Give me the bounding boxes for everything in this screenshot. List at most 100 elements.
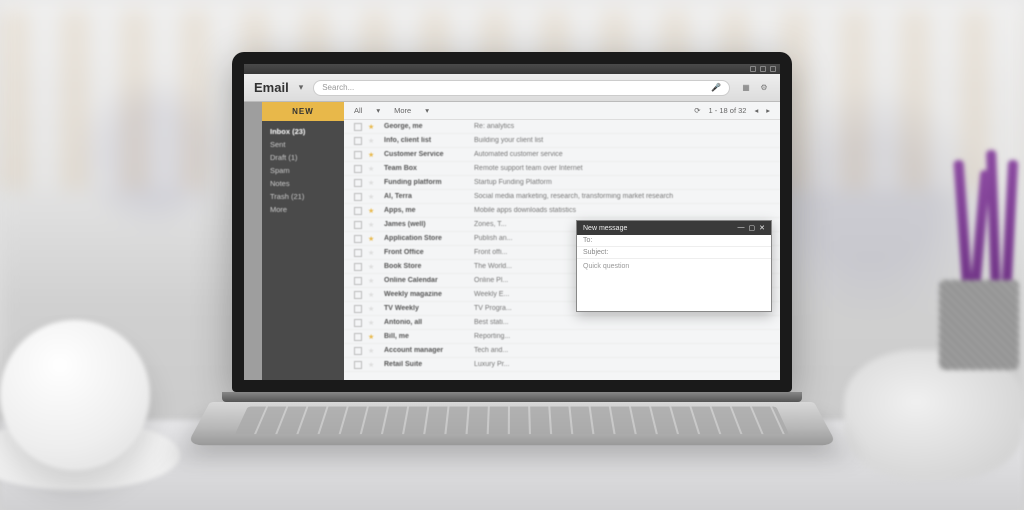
compose-to-field[interactable]: To: <box>577 235 771 247</box>
star-icon[interactable]: ★ <box>368 361 378 369</box>
email-subject: Building your client list <box>474 137 770 144</box>
close-icon[interactable] <box>770 66 776 72</box>
email-subject: Startup Funding Platform <box>474 179 770 186</box>
email-sender: George, me <box>384 123 474 130</box>
star-icon[interactable]: ★ <box>368 333 378 341</box>
pencil-holder <box>914 150 1024 370</box>
checkbox[interactable] <box>354 347 362 355</box>
new-button[interactable]: NEW <box>262 102 344 121</box>
star-icon[interactable]: ★ <box>368 207 378 215</box>
checkbox[interactable] <box>354 277 362 285</box>
left-rail <box>244 102 262 380</box>
search-placeholder: Search... <box>322 83 354 92</box>
checkbox[interactable] <box>354 235 362 243</box>
minimize-icon[interactable] <box>750 66 756 72</box>
mic-icon[interactable]: 🎤 <box>711 83 721 92</box>
compose-minimize-icon[interactable]: — <box>738 224 745 232</box>
email-sender: Bill, me <box>384 333 474 340</box>
checkbox[interactable] <box>354 123 362 131</box>
checkbox[interactable] <box>354 305 362 313</box>
email-sender: Front Office <box>384 249 474 256</box>
email-row[interactable]: ★Al, TerraSocial media marketing, resear… <box>344 190 780 204</box>
next-page-icon[interactable]: ▸ <box>766 106 770 115</box>
sidebar-item-inbox[interactable]: Inbox (23) <box>262 125 344 138</box>
sidebar-item-notes[interactable]: Notes <box>262 177 344 190</box>
checkbox[interactable] <box>354 263 362 271</box>
sidebar-item-draft[interactable]: Draft (1) <box>262 151 344 164</box>
laptop-screen-bezel: Email ▾ Search... 🎤 ▦ ⚙ NEW Inbox (23) S… <box>232 52 792 392</box>
star-icon[interactable]: ★ <box>368 137 378 145</box>
email-row[interactable]: ★ Funding platformStartup Funding Platfor… <box>344 176 780 190</box>
star-icon[interactable]: ★ <box>368 165 378 173</box>
compose-subject-field[interactable]: Subject: <box>577 247 771 259</box>
star-icon[interactable]: ★ <box>368 305 378 313</box>
checkbox[interactable] <box>354 165 362 173</box>
star-icon[interactable]: ★ <box>368 347 378 355</box>
star-icon[interactable]: ★ <box>368 193 378 201</box>
checkbox[interactable] <box>354 151 362 159</box>
email-row[interactable]: ★Apps, meMobile apps downloads statistic… <box>344 204 780 218</box>
email-sender: Weekly magazine <box>384 291 474 298</box>
maximize-icon[interactable] <box>760 66 766 72</box>
compose-close-icon[interactable]: ✕ <box>759 224 765 232</box>
compose-body[interactable]: Quick question <box>577 259 771 311</box>
checkbox[interactable] <box>354 249 362 257</box>
checkbox[interactable] <box>354 179 362 187</box>
sidebar-item-more[interactable]: More <box>262 203 344 216</box>
sidebar: NEW Inbox (23) Sent Draft (1) Spam Notes… <box>262 102 344 380</box>
sidebar-item-trash[interactable]: Trash (21) <box>262 190 344 203</box>
checkbox[interactable] <box>354 319 362 327</box>
email-row[interactable]: ★Bill, meReporting... <box>344 330 780 344</box>
window-titlebar <box>244 64 780 74</box>
prev-page-icon[interactable]: ◂ <box>754 106 758 115</box>
checkbox[interactable] <box>354 137 362 145</box>
filter-all[interactable]: All <box>354 106 362 115</box>
email-subject: Remote support team over Internet <box>474 165 770 172</box>
email-row[interactable]: ★Antonio, allBest stati... <box>344 316 780 330</box>
compose-expand-icon[interactable]: ▢ <box>749 224 756 232</box>
email-sender: Online Calendar <box>384 277 474 284</box>
email-row[interactable]: ★Customer ServiceAutomated customer serv… <box>344 148 780 162</box>
page-indicator: 1 - 18 of 32 <box>709 106 747 115</box>
email-sender: Funding platform <box>384 179 474 186</box>
gear-icon[interactable]: ⚙ <box>758 82 770 94</box>
email-sender: Retail Suite <box>384 361 474 368</box>
sidebar-item-sent[interactable]: Sent <box>262 138 344 151</box>
star-icon[interactable]: ★ <box>368 179 378 187</box>
compose-window: New message — ▢ ✕ To: Subject: Quick que… <box>576 220 772 312</box>
email-row[interactable]: ★George, meRe: analytics <box>344 120 780 134</box>
checkbox[interactable] <box>354 207 362 215</box>
email-row[interactable]: ★Info, client listBuilding your client l… <box>344 134 780 148</box>
checkbox[interactable] <box>354 221 362 229</box>
star-icon[interactable]: ★ <box>368 235 378 243</box>
checkbox[interactable] <box>354 291 362 299</box>
email-row[interactable]: ★ Retail SuiteLuxury Pr... <box>344 358 780 372</box>
email-row[interactable]: ★Team BoxRemote support team over Intern… <box>344 162 780 176</box>
star-icon[interactable]: ★ <box>368 277 378 285</box>
refresh-icon[interactable]: ⟳ <box>694 106 700 115</box>
grid-icon[interactable]: ▦ <box>740 82 752 94</box>
star-icon[interactable]: ★ <box>368 263 378 271</box>
star-icon[interactable]: ★ <box>368 249 378 257</box>
app-dropdown-icon[interactable]: ▾ <box>299 82 304 93</box>
checkbox[interactable] <box>354 193 362 201</box>
star-icon[interactable]: ★ <box>368 319 378 327</box>
compose-header[interactable]: New message — ▢ ✕ <box>577 221 771 235</box>
checkbox[interactable] <box>354 361 362 369</box>
toolbar: Email ▾ Search... 🎤 ▦ ⚙ <box>244 74 780 102</box>
email-row[interactable]: ★Account managerTech and... <box>344 344 780 358</box>
star-icon[interactable]: ★ <box>368 221 378 229</box>
star-icon[interactable]: ★ <box>368 151 378 159</box>
filter-more[interactable]: More <box>394 106 411 115</box>
checkbox[interactable] <box>354 333 362 341</box>
email-sender: Account manager <box>384 347 474 354</box>
sidebar-item-spam[interactable]: Spam <box>262 164 344 177</box>
email-subject: Social media marketing, research, transf… <box>474 193 770 200</box>
email-sender: TV Weekly <box>384 305 474 312</box>
email-subject: Luxury Pr... <box>474 361 770 368</box>
star-icon[interactable]: ★ <box>368 123 378 131</box>
app-title: Email <box>254 80 289 95</box>
email-sender: Application Store <box>384 235 474 242</box>
star-icon[interactable]: ★ <box>368 291 378 299</box>
search-input[interactable]: Search... 🎤 <box>313 80 730 96</box>
